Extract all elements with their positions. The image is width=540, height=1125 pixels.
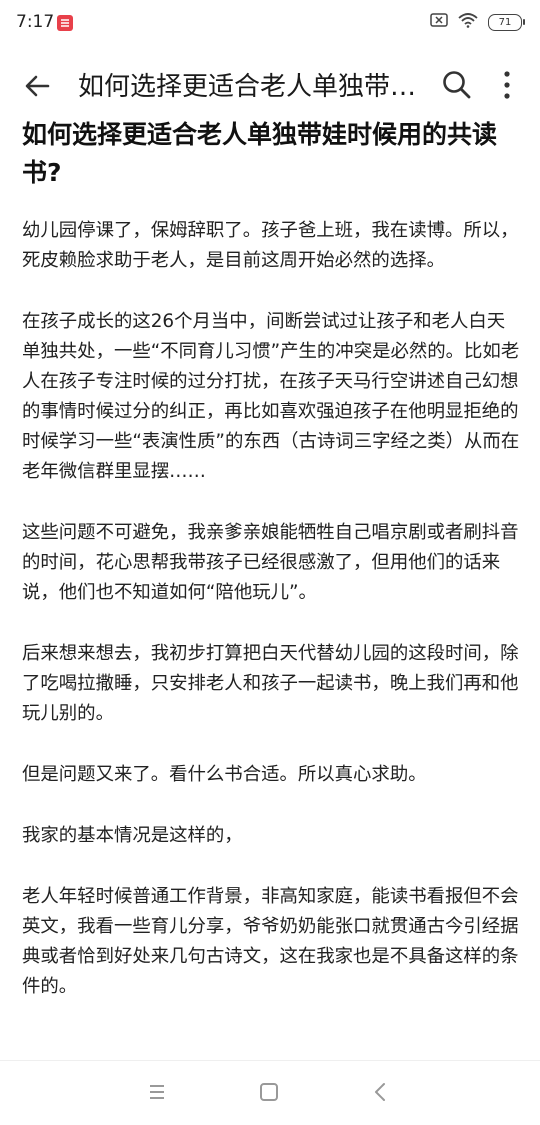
answer-paragraph: 后来想来想去，我初步打算把白天代替幼儿园的这段时间，除了吃喝拉撒睡，只安排老人和… — [22, 643, 519, 724]
answer-paragraph: 在孩子成长的这26个月当中，间断尝试过让孩子和老人白天单独共处，一些“不同育儿习… — [22, 311, 520, 482]
search-button[interactable] — [440, 68, 474, 102]
article-content[interactable]: 如何选择更适合老人单独带娃时候用的共读书? 幼儿园停课了，保姆辞职了。孩子爸上班… — [22, 116, 520, 1060]
answer-paragraph: 但是问题又来了。看什么书合适。所以真心求助。 — [22, 764, 427, 785]
app-notification-icon — [57, 15, 73, 31]
app-bar: 如何选择更适合老人单独带娃时候用的共读书? — [0, 56, 540, 116]
question-title: 如何选择更适合老人单独带娃时候用的共读书? — [22, 120, 498, 187]
home-button[interactable] — [254, 1077, 284, 1107]
menu-icon — [150, 1085, 164, 1099]
screen-record-icon — [430, 12, 448, 32]
answer-paragraph: 我家的基本情况是这样的， — [22, 825, 243, 846]
system-nav-bar — [0, 1060, 540, 1125]
more-vertical-icon — [504, 71, 510, 99]
battery-indicator: 71 — [488, 13, 525, 31]
status-bar: 7:17 71 — [0, 0, 540, 46]
nav-back-button[interactable] — [366, 1077, 396, 1107]
more-options-button[interactable] — [492, 68, 522, 102]
answer-body: 幼儿园停课了，保姆辞职了。孩子爸上班，我在读博。所以，死皮赖脸求助于老人，是目前… — [22, 216, 520, 1002]
back-button[interactable] — [20, 68, 56, 104]
answer-paragraph: 这些问题不可避免，我亲爹亲娘能牺牲自己唱京剧或者刷抖音的时间，花心思帮我带孩子已… — [22, 522, 519, 603]
answer-paragraph: 幼儿园停课了，保姆辞职了。孩子爸上班，我在读博。所以，死皮赖脸求助于老人，是目前… — [22, 220, 519, 271]
status-time: 7:17 — [16, 12, 55, 32]
answer-paragraph: 老人年轻时候普通工作背景，非高知家庭，能读书看报但不会英文，我看一些育儿分享，爷… — [22, 886, 519, 997]
back-arrow-icon — [25, 75, 50, 97]
app-bar-title: 如何选择更适合老人单独带娃时候用的共读书? — [78, 72, 418, 102]
home-square-icon — [260, 1083, 278, 1101]
chevron-left-icon — [375, 1083, 385, 1101]
search-icon — [443, 71, 471, 99]
recent-apps-button[interactable] — [142, 1077, 172, 1107]
wifi-icon — [458, 12, 478, 32]
